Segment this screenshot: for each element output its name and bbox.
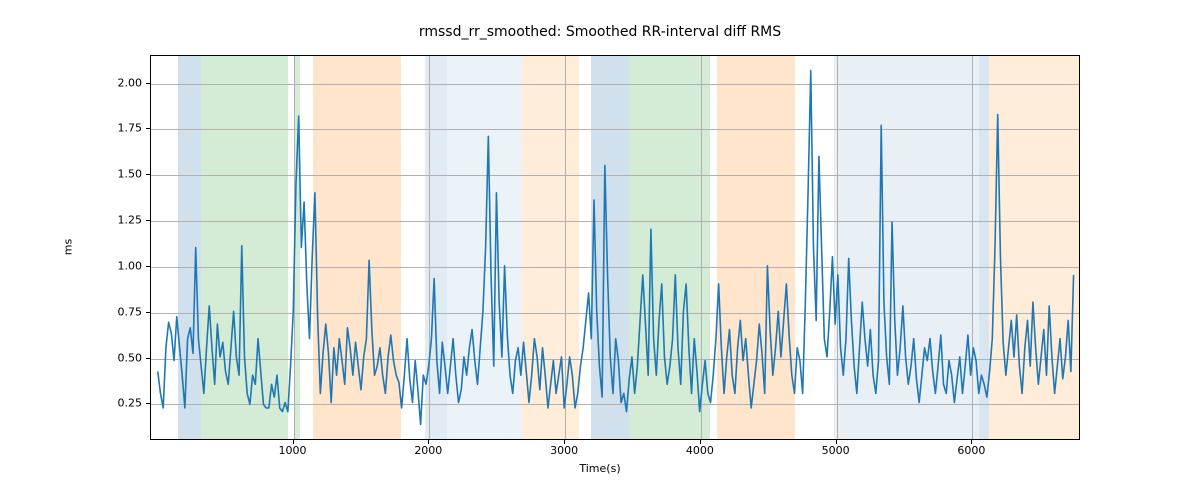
y-tick-label: 2.00 xyxy=(82,76,142,89)
x-tick-label: 4000 xyxy=(686,444,714,457)
x-tick-label: 2000 xyxy=(414,444,442,457)
x-tick-label: 5000 xyxy=(822,444,850,457)
y-tick-label: 1.25 xyxy=(82,214,142,227)
x-tick-label: 6000 xyxy=(957,444,985,457)
y-tick-label: 0.25 xyxy=(82,397,142,410)
y-tick-label: 0.75 xyxy=(82,305,142,318)
y-axis-label: ms xyxy=(62,239,75,255)
chart-title: rmssd_rr_smoothed: Smoothed RR-interval … xyxy=(0,24,1200,40)
line-series xyxy=(151,56,1079,439)
y-tick-label: 1.75 xyxy=(82,122,142,135)
x-tick-label: 1000 xyxy=(279,444,307,457)
y-tick-label: 1.50 xyxy=(82,168,142,181)
y-tick-label: 0.50 xyxy=(82,351,142,364)
figure: rmssd_rr_smoothed: Smoothed RR-interval … xyxy=(0,0,1200,500)
series-path xyxy=(158,71,1074,425)
x-axis-label: Time(s) xyxy=(0,462,1200,475)
y-tick-label: 1.00 xyxy=(82,259,142,272)
x-tick-label: 3000 xyxy=(550,444,578,457)
plot-area xyxy=(150,55,1080,440)
